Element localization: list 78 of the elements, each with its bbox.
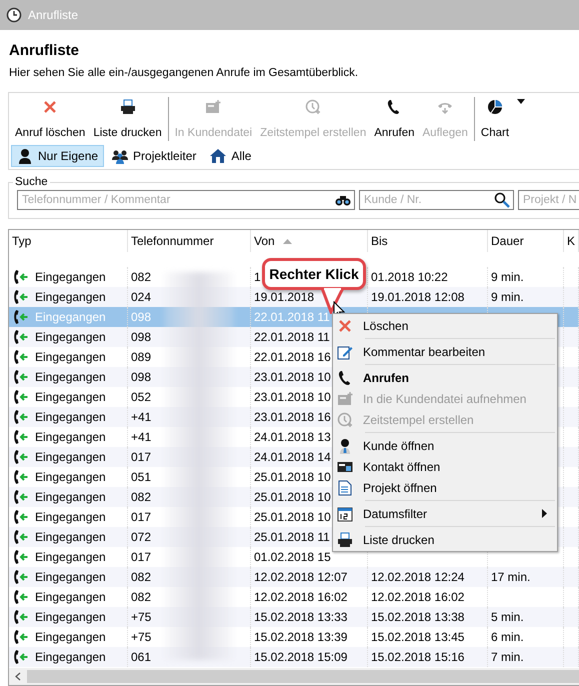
table-cell: 052 bbox=[131, 390, 152, 404]
table-cell: 072 bbox=[131, 530, 152, 544]
table-cell: Eingegangen bbox=[35, 590, 106, 604]
table-cell: 17 min. bbox=[491, 570, 530, 584]
table-cell: Eingegangen bbox=[35, 530, 106, 544]
table-cell: Eingegangen bbox=[35, 430, 106, 444]
table-cell: Eingegangen bbox=[35, 290, 106, 304]
table-cell: Eingegangen bbox=[35, 490, 106, 504]
table-cell: 15.02.2018 13:38 bbox=[371, 610, 464, 624]
table-cell: +41 bbox=[131, 430, 152, 444]
table-cell: 23.01.2018 16 bbox=[254, 410, 331, 424]
table-cell: 12.02.2018 12:07 bbox=[254, 570, 348, 584]
table-cell: 1 bbox=[254, 270, 261, 284]
table-cell: 5 min. bbox=[491, 610, 524, 624]
table-cell: 15.02.2018 15:09 bbox=[254, 650, 348, 664]
table-cell: 098 bbox=[131, 310, 152, 324]
table-cell: Eingegangen bbox=[35, 410, 106, 424]
table-cell: Eingegangen bbox=[35, 570, 106, 584]
table-cell: 15.02.2018 15:16 bbox=[371, 650, 464, 664]
callout-text: Rechter Klick bbox=[269, 266, 359, 282]
table-cell: 9 min. bbox=[491, 270, 524, 284]
table-cell: 089 bbox=[131, 350, 152, 364]
table-cell: Eingegangen bbox=[35, 510, 106, 524]
table-cell: 098 bbox=[131, 370, 152, 384]
table-cell: Eingegangen bbox=[35, 470, 106, 484]
table-cell: 19.01.2018 bbox=[254, 290, 314, 304]
table-cell: Eingegangen bbox=[35, 450, 106, 464]
table-cell: 017 bbox=[131, 510, 152, 524]
table-cell: 25.01.2018 11 bbox=[254, 530, 330, 544]
table-cell: Eingegangen bbox=[35, 310, 106, 324]
table-cell: 15.02.2018 13:33 bbox=[254, 610, 348, 624]
table-cell: 082 bbox=[131, 590, 152, 604]
table-cell: 9 min. bbox=[491, 290, 524, 304]
table-cell: +41 bbox=[131, 410, 152, 424]
table-cell: 25.01.2018 10 bbox=[254, 470, 331, 484]
table-cell: 15.02.2018 13:45 bbox=[371, 630, 464, 644]
table-cell: 098 bbox=[131, 330, 152, 344]
table-cell: 6 min. bbox=[491, 630, 524, 644]
table-cell: 23.01.2018 10 bbox=[254, 390, 331, 404]
table-cell: 082 bbox=[131, 270, 152, 284]
table-cell: 19.01.2018 12:08 bbox=[371, 290, 464, 304]
table-cell: Eingegangen bbox=[35, 390, 106, 404]
table-cell: Eingegangen bbox=[35, 350, 106, 364]
page-title: Anrufliste bbox=[9, 42, 80, 59]
table-cell: 7 min. bbox=[491, 650, 524, 664]
table-cell: 15.02.2018 13:39 bbox=[254, 630, 348, 644]
table-cell: +75 bbox=[131, 610, 152, 624]
table-cell: 25.01.2018 10 bbox=[254, 490, 331, 504]
page-subtitle: Hier sehen Sie alle ein-/ausgegangenen Anrufe im Gesamtüberblick. bbox=[9, 67, 360, 79]
table-cell: Eingegangen bbox=[35, 630, 106, 644]
table-cell: 12.02.2018 12:24 bbox=[371, 570, 464, 584]
table-cell: 12.02.2018 16:02 bbox=[371, 590, 464, 604]
table-cell: 23.01.2018 10 bbox=[254, 370, 331, 384]
table-cell: Eingegangen bbox=[35, 270, 106, 284]
table-cell: Eingegangen bbox=[35, 330, 106, 344]
table-cell: 061 bbox=[131, 650, 152, 664]
table-cell: Eingegangen bbox=[35, 610, 106, 624]
table-cell: 082 bbox=[131, 570, 152, 584]
window-title: Anrufliste bbox=[28, 8, 78, 22]
table-cell: 25.01.2018 10 bbox=[254, 510, 331, 524]
table-cell: 01.2018 10:22 bbox=[371, 270, 448, 284]
table-cell: 01.02.2018 15 bbox=[254, 550, 331, 564]
table-cell: 22.01.2018 11 bbox=[254, 310, 330, 324]
table-cell: Eingegangen bbox=[35, 370, 106, 384]
table-cell: Eingegangen bbox=[35, 550, 106, 564]
table-cell: 22.01.2018 16 bbox=[254, 350, 331, 364]
table-cell: 017 bbox=[131, 550, 152, 564]
table-cell: 24.01.2018 13 bbox=[254, 430, 331, 444]
table-cell: 22.01.2018 11 bbox=[254, 330, 330, 344]
search-label: Suche bbox=[14, 176, 49, 188]
table-cell: 12.02.2018 16:02 bbox=[254, 590, 348, 604]
table-cell: 024 bbox=[131, 290, 152, 304]
table-cell: 082 bbox=[131, 490, 152, 504]
table-cell: 24.01.2018 14 bbox=[254, 450, 331, 464]
table-cell: Eingegangen bbox=[35, 650, 106, 664]
table-cell: +75 bbox=[131, 630, 152, 644]
table-cell: 017 bbox=[131, 450, 152, 464]
table-cell: 051 bbox=[131, 470, 152, 484]
